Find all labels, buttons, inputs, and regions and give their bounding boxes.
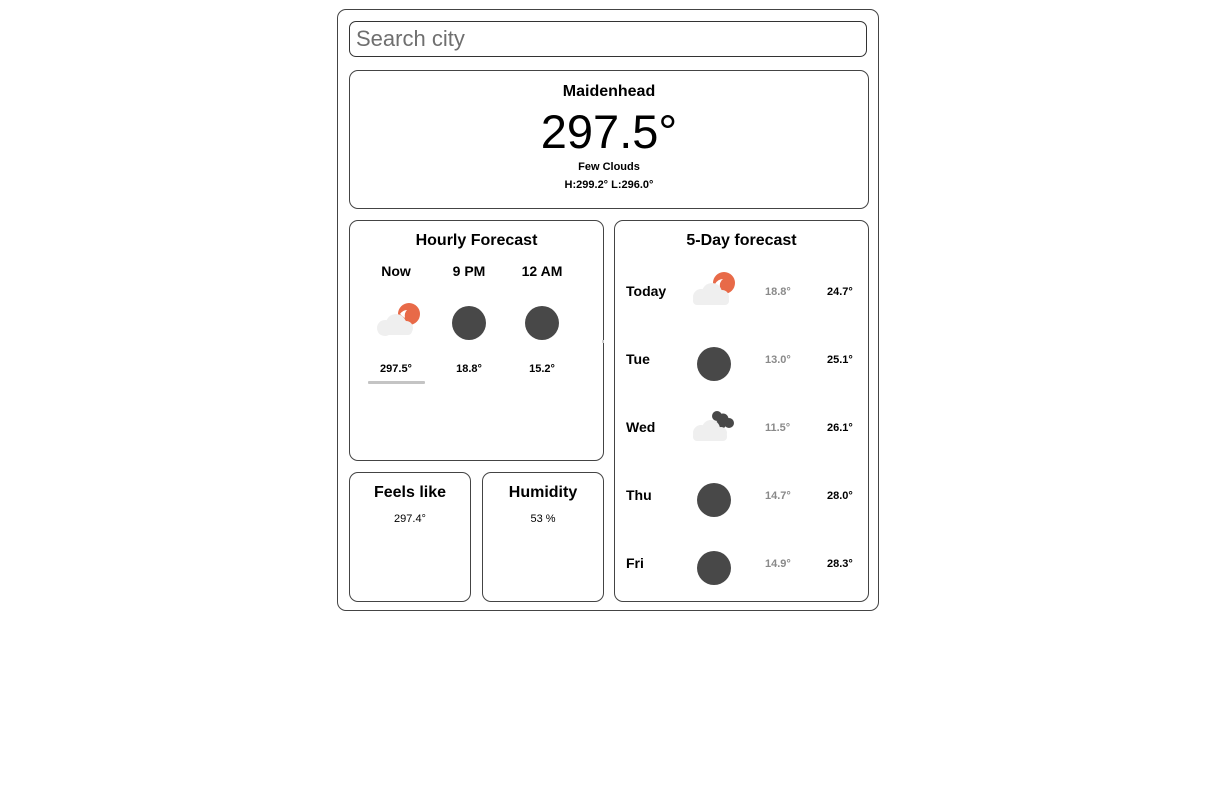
day-name: Thu (626, 487, 652, 503)
few-clouds-day-icon (688, 271, 742, 317)
hourly-forecast-title: Hourly Forecast (415, 232, 538, 249)
selected-indicator (367, 381, 425, 384)
day-name: Fri (626, 555, 644, 571)
clear-night-icon (688, 339, 742, 385)
hour-label: 9 PM (452, 263, 486, 279)
search-city-input[interactable] (349, 21, 867, 57)
forecast-row[interactable]: Fri 14.9° 28.3° (615, 543, 868, 593)
forecast-row[interactable]: Tue 13.0° 25.1° (615, 339, 868, 389)
day-high-temp: 25.1° (827, 354, 853, 366)
hourly-forecast-card: Hourly Forecast Now 297.5° 9 PM 18.8° 12… (349, 220, 604, 461)
hour-temperature: 15.2° (529, 363, 555, 375)
current-temperature: 297.5° (540, 105, 678, 158)
day-name: Wed (626, 419, 656, 435)
few-clouds-day-icon (366, 297, 426, 349)
day-low-temp: 18.8° (765, 286, 791, 298)
hour-label: Now (381, 263, 411, 279)
clear-night-icon (688, 543, 742, 589)
hour-label: 12 AM (521, 263, 563, 279)
five-day-forecast-card: 5-Day forecast Today 18.8° 24.7° Tue 13.… (614, 220, 869, 602)
day-high-temp: 24.7° (827, 286, 853, 298)
day-name: Today (626, 283, 667, 299)
hour-temperature: 18.8° (456, 363, 482, 375)
forecast-row[interactable]: Today 18.8° 24.7° (615, 271, 868, 321)
humidity-value: 53 % (530, 513, 556, 525)
weather-condition: Few Clouds (578, 161, 640, 173)
clear-night-icon (688, 475, 742, 521)
feels-like-title: Feels like (373, 484, 447, 501)
humidity-title: Humidity (508, 484, 578, 501)
five-day-forecast-title: 5-Day forecast (686, 232, 797, 249)
clear-night-icon (439, 297, 499, 349)
city-name: Maidenhead (562, 83, 656, 100)
humidity-card: Humidity 53 % (482, 472, 604, 602)
day-low-temp: 14.9° (765, 558, 791, 570)
day-high-temp: 28.0° (827, 490, 853, 502)
day-high-temp: 28.3° (827, 558, 853, 570)
day-high-temp: 26.1° (827, 422, 853, 434)
hourly-item[interactable]: 12 AM 15.2° (512, 263, 572, 375)
hour-temperature: 297.5° (380, 363, 412, 375)
clear-night-icon (512, 297, 572, 349)
day-low-temp: 11.5° (765, 422, 791, 434)
weather-app: Maidenhead 297.5° Few Clouds H:299.2° L:… (337, 9, 879, 611)
day-low-temp: 13.0° (765, 354, 791, 366)
cloudy-night-icon (688, 407, 742, 453)
forecast-row[interactable]: Wed 11.5° 26.1° (615, 407, 868, 457)
hourly-item[interactable]: Now 297.5° (366, 263, 426, 384)
day-low-temp: 14.7° (765, 490, 791, 502)
forecast-row[interactable]: Thu 14.7° 28.0° (615, 475, 868, 525)
hourly-item[interactable]: 9 PM 18.8° (439, 263, 499, 375)
feels-like-value: 297.4° (394, 513, 426, 525)
day-name: Tue (626, 351, 650, 367)
feels-like-card: Feels like 297.4° (349, 472, 471, 602)
scroll-hint (602, 340, 604, 343)
current-weather-card: Maidenhead 297.5° Few Clouds H:299.2° L:… (349, 70, 869, 209)
high-low-temperature: H:299.2° L:296.0° (564, 179, 654, 191)
